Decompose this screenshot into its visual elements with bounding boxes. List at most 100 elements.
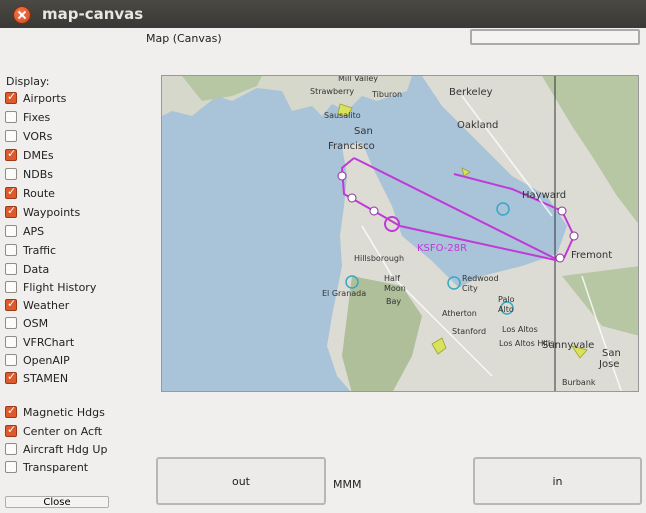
route-label: KSFO-28R bbox=[417, 243, 467, 254]
checkbox-airports[interactable]: Airports bbox=[5, 90, 66, 106]
checkbox-aircraft-hdg-up[interactable]: Aircraft Hdg Up bbox=[5, 441, 107, 457]
map-place-label: Bay bbox=[386, 297, 401, 306]
map-place-label: Atherton bbox=[442, 309, 477, 318]
checkbox-box[interactable] bbox=[5, 244, 17, 256]
map-place-label: City bbox=[462, 284, 478, 293]
map-place-label: Oakland bbox=[457, 120, 498, 131]
map-place-label: Burbank bbox=[562, 378, 596, 387]
checkbox-ndbs[interactable]: NDBs bbox=[5, 166, 53, 182]
checkbox-box[interactable] bbox=[5, 111, 17, 123]
map-svg: Mill Valley Strawberry Tiburon Berkeley Saus… bbox=[162, 76, 638, 391]
checkbox-vfrchart[interactable]: VFRChart bbox=[5, 334, 74, 350]
map-place-label: Palo bbox=[498, 295, 515, 304]
checkbox-vors[interactable]: VORs bbox=[5, 128, 52, 144]
checkbox-magnetic-hdgs[interactable]: Magnetic Hdgs bbox=[5, 404, 105, 420]
window-close-icon[interactable] bbox=[13, 6, 31, 24]
checkbox-label: Magnetic Hdgs bbox=[23, 405, 105, 419]
map-place-label: Hayward bbox=[522, 190, 566, 201]
checkbox-fixes[interactable]: Fixes bbox=[5, 109, 50, 125]
checkbox-box[interactable] bbox=[5, 443, 17, 455]
checkbox-center-on-acft[interactable]: Center on Acft bbox=[5, 423, 102, 439]
checkbox-box[interactable] bbox=[5, 404, 17, 418]
close-button[interactable]: Close bbox=[5, 496, 109, 508]
map-canvas-window: map-canvas Map (Canvas) Display: Airport… bbox=[0, 0, 646, 513]
checkbox-label: Airports bbox=[23, 91, 67, 105]
map-place-label: El Granada bbox=[322, 289, 366, 298]
checkbox-box[interactable] bbox=[5, 297, 17, 311]
checkbox-box[interactable] bbox=[5, 281, 17, 293]
checkbox-box[interactable] bbox=[5, 130, 17, 142]
zoom-out-button[interactable]: out bbox=[156, 457, 326, 505]
status-text: MMM bbox=[333, 478, 362, 491]
window-title: map-canvas bbox=[42, 5, 144, 23]
map-place-label: San bbox=[354, 126, 373, 137]
checkbox-waypoints[interactable]: Waypoints bbox=[5, 204, 80, 220]
map-place-label: Alto bbox=[498, 305, 514, 314]
map-place-label: Los Altos bbox=[502, 325, 538, 334]
map-place-label: Strawberry bbox=[310, 87, 354, 96]
checkbox-box[interactable] bbox=[5, 336, 17, 348]
checkbox-label: Traffic bbox=[23, 243, 57, 257]
checkbox-route[interactable]: Route bbox=[5, 185, 55, 201]
checkbox-label: DMEs bbox=[23, 148, 54, 162]
map-place-label: Stanford bbox=[452, 327, 486, 336]
checkbox-box[interactable] bbox=[5, 168, 17, 180]
checkbox-transparent[interactable]: Transparent bbox=[5, 459, 88, 475]
zoom-in-button[interactable]: in bbox=[473, 457, 642, 505]
top-text-field[interactable] bbox=[470, 29, 640, 45]
checkbox-aps[interactable]: APS bbox=[5, 223, 44, 239]
checkbox-flight-history[interactable]: Flight History bbox=[5, 279, 96, 295]
map-place-label: Berkeley bbox=[449, 87, 493, 98]
map-place-label: Tiburon bbox=[371, 90, 402, 99]
checkbox-box[interactable] bbox=[5, 185, 17, 199]
checkbox-data[interactable]: Data bbox=[5, 261, 49, 277]
checkbox-box[interactable] bbox=[5, 90, 17, 104]
title-bar: map-canvas bbox=[0, 0, 646, 28]
map-place-label: Sausalito bbox=[324, 111, 361, 120]
checkbox-label: Center on Acft bbox=[23, 424, 103, 438]
checkbox-label: Transparent bbox=[23, 460, 89, 474]
checkbox-label: Data bbox=[23, 262, 50, 276]
checkbox-box[interactable] bbox=[5, 204, 17, 218]
checkbox-dmes[interactable]: DMEs bbox=[5, 147, 54, 163]
checkbox-label: Fixes bbox=[23, 110, 51, 124]
checkbox-box[interactable] bbox=[5, 263, 17, 275]
checkbox-openaip[interactable]: OpenAIP bbox=[5, 352, 70, 368]
checkbox-label: OpenAIP bbox=[23, 353, 70, 367]
checkbox-label: OSM bbox=[23, 316, 49, 330]
checkbox-box[interactable] bbox=[5, 147, 17, 161]
map-place-label: San bbox=[602, 348, 621, 359]
checkbox-box[interactable] bbox=[5, 370, 17, 384]
map-place-label: Hillsborough bbox=[354, 254, 404, 263]
checkbox-box[interactable] bbox=[5, 461, 17, 473]
checkbox-box[interactable] bbox=[5, 225, 17, 237]
map-canvas[interactable]: Mill Valley Strawberry Tiburon Berkeley Saus… bbox=[161, 75, 639, 392]
checkbox-label: VFRChart bbox=[23, 335, 75, 349]
checkbox-traffic[interactable]: Traffic bbox=[5, 242, 56, 258]
checkbox-label: Weather bbox=[23, 298, 70, 312]
checkbox-label: VORs bbox=[23, 129, 53, 143]
checkbox-label: Waypoints bbox=[23, 205, 81, 219]
map-place-label: Mill Valley bbox=[338, 76, 378, 83]
checkbox-box[interactable] bbox=[5, 423, 17, 437]
map-place-label: Redwood bbox=[462, 274, 499, 283]
checkbox-osm[interactable]: OSM bbox=[5, 315, 48, 331]
checkbox-label: Route bbox=[23, 186, 55, 200]
checkbox-label: APS bbox=[23, 224, 45, 238]
checkbox-label: Flight History bbox=[23, 280, 97, 294]
checkbox-weather[interactable]: Weather bbox=[5, 297, 69, 313]
display-label: Display: bbox=[6, 75, 50, 88]
checkbox-label: Aircraft Hdg Up bbox=[23, 442, 108, 456]
map-place-label: Moon bbox=[384, 284, 406, 293]
map-label: Map (Canvas) bbox=[146, 32, 222, 45]
checkbox-label: NDBs bbox=[23, 167, 53, 181]
checkbox-label: STAMEN bbox=[23, 371, 69, 385]
checkbox-box[interactable] bbox=[5, 354, 17, 366]
checkbox-box[interactable] bbox=[5, 317, 17, 329]
map-place-label: Fremont bbox=[571, 250, 612, 261]
map-place-label: Half bbox=[384, 274, 400, 283]
map-place-label: Francisco bbox=[328, 141, 375, 152]
checkbox-stamen[interactable]: STAMEN bbox=[5, 370, 68, 386]
map-place-label: Jose bbox=[598, 359, 619, 370]
map-place-label: Sunnyvale bbox=[542, 340, 594, 351]
